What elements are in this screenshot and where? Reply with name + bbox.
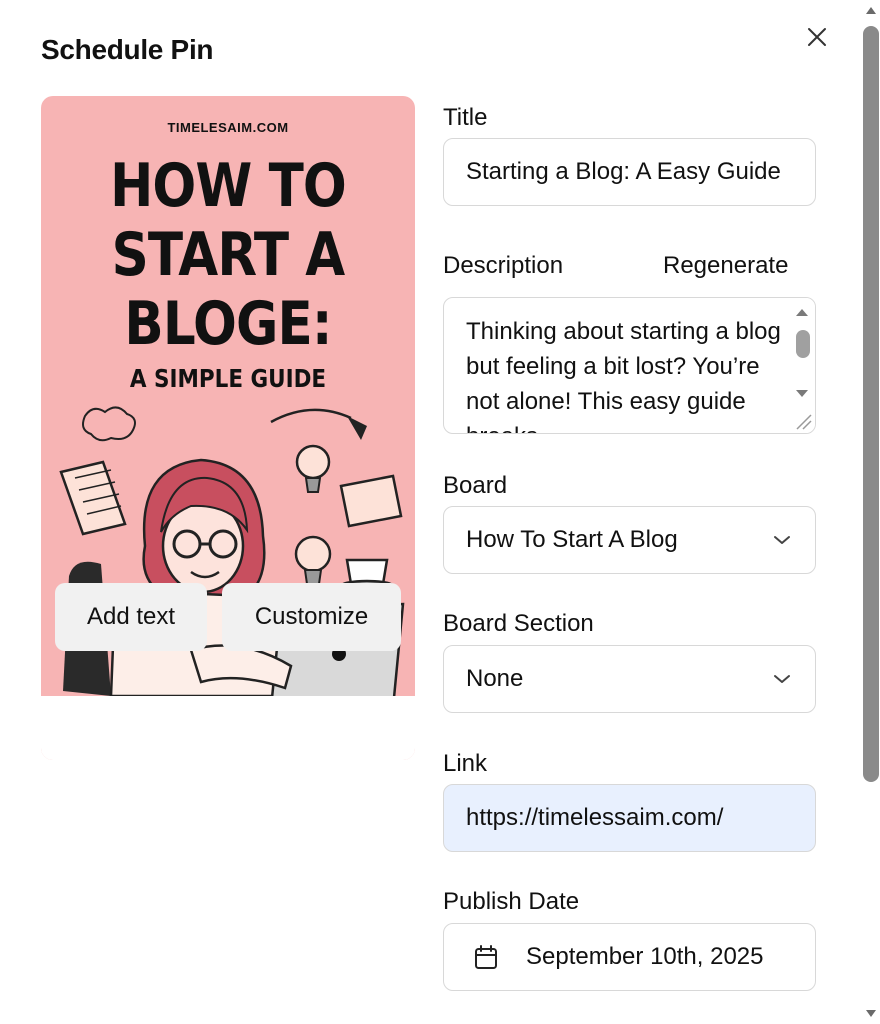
pin-illustration (59, 406, 405, 696)
close-button[interactable] (800, 20, 834, 54)
title-label: Title (443, 104, 488, 131)
link-input[interactable]: https://timelessaim.com/ (443, 784, 816, 852)
calendar-icon (475, 945, 497, 969)
pin-bottom-strip (41, 696, 415, 760)
publish-date-picker[interactable]: September 10th, 2025 (443, 923, 816, 991)
board-section-label: Board Section (443, 610, 594, 637)
scroll-up-icon[interactable] (862, 2, 880, 18)
scroll-down-icon[interactable] (862, 1006, 880, 1022)
title-input[interactable]: Starting a Blog: A Easy Guide (443, 138, 816, 206)
pin-subheadline: A SIMPLE GUIDE (129, 364, 327, 393)
pin-site-text: TIMELESAIM.COM (167, 120, 289, 135)
title-input-value: Starting a Blog: A Easy Guide (466, 158, 781, 185)
description-scrollbar[interactable] (789, 298, 815, 433)
pin-image: TIMELESAIM.COM HOW TO START A BLOGE: A S… (41, 96, 415, 760)
add-text-button[interactable]: Add text (55, 583, 207, 651)
description-scroll-thumb[interactable] (796, 330, 810, 358)
board-section-select[interactable]: None (443, 645, 816, 713)
dialog-title: Schedule Pin (41, 34, 214, 65)
link-input-value: https://timelessaim.com/ (466, 804, 724, 831)
chevron-down-icon (774, 536, 790, 544)
description-label: Description (443, 252, 564, 279)
page-scroll-thumb[interactable] (863, 26, 879, 782)
pin-headline: HOW TO START A BLOGE: (110, 151, 347, 359)
scroll-down-icon[interactable] (789, 384, 815, 404)
page-scrollbar[interactable] (862, 0, 880, 1024)
description-text: Thinking about starting a blog but feeli… (466, 318, 781, 433)
publish-date-label: Publish Date (443, 888, 580, 915)
scroll-up-icon[interactable] (789, 302, 815, 322)
chevron-down-icon (774, 675, 790, 683)
board-label: Board (443, 472, 508, 499)
schedule-pin-dialog: Schedule Pin TIMELESAIM.COM HOW TO START… (0, 0, 862, 1024)
board-section-value: None (466, 665, 524, 692)
board-select[interactable]: How To Start A Blog (443, 506, 816, 574)
customize-button[interactable]: Customize (222, 583, 401, 651)
resize-handle-icon[interactable] (789, 407, 815, 433)
description-textarea[interactable]: Thinking about starting a blog but feeli… (443, 297, 816, 434)
link-label: Link (443, 750, 488, 777)
board-select-value: How To Start A Blog (466, 526, 678, 553)
publish-date-value: September 10th, 2025 (526, 943, 764, 970)
close-icon (808, 28, 826, 46)
regenerate-button[interactable]: Regenerate (663, 252, 788, 280)
